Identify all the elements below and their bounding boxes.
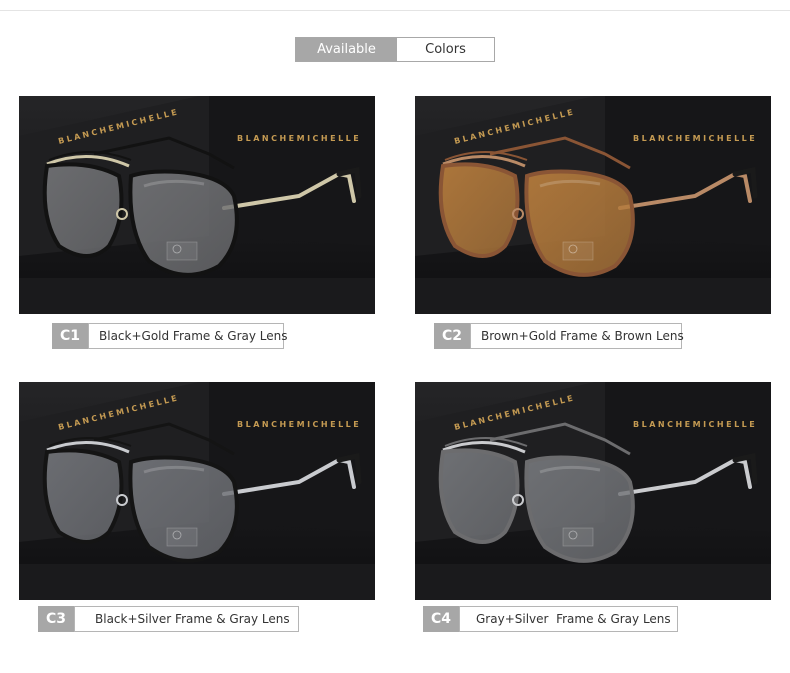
available-tab[interactable]: Available — [296, 38, 397, 61]
left-lens — [438, 448, 520, 544]
lens-logo-mark — [166, 527, 198, 547]
sunglasses-photo: BLANCHEMICHELLE BLANCHEMICHELLE — [415, 382, 771, 600]
product-image-c1[interactable]: BLANCHEMICHELLE BLANCHEMICHELLE — [19, 96, 375, 314]
lens-logo-mark — [562, 241, 594, 261]
colors-tab[interactable]: Colors — [397, 38, 494, 61]
color-description: Black+Silver Frame & Gray Lens — [74, 606, 299, 632]
color-code-badge: C4 — [423, 606, 459, 632]
product-image-c3[interactable]: BLANCHEMICHELLE BLANCHEMICHELLE — [19, 382, 375, 600]
left-lens — [438, 162, 520, 258]
sunglasses-photo: BLANCHEMICHELLE BLANCHEMICHELLE — [19, 382, 375, 600]
table-surface — [415, 564, 771, 600]
product-image-c4[interactable]: BLANCHEMICHELLE BLANCHEMICHELLE — [415, 382, 771, 600]
brand-logo-text: BLANCHEMICHELLE — [237, 420, 361, 429]
table-surface — [19, 278, 375, 314]
color-description: Black+Gold Frame & Gray Lens — [88, 323, 288, 349]
sunglasses-photo: BLANCHEMICHELLE BLANCHEMICHELLE — [19, 96, 375, 314]
color-option-c4[interactable]: C4 Gray+Silver Frame & Gray Lens — [423, 606, 678, 632]
lens-logo-mark — [166, 241, 198, 261]
color-description: Gray+Silver Frame & Gray Lens — [459, 606, 678, 632]
color-description: Brown+Gold Frame & Brown Lens — [470, 323, 684, 349]
color-code-badge: C2 — [434, 323, 470, 349]
color-option-c2[interactable]: C2 Brown+Gold Frame & Brown Lens — [434, 323, 684, 349]
color-option-c1[interactable]: C1 Black+Gold Frame & Gray Lens — [52, 323, 288, 349]
brand-logo-text: BLANCHEMICHELLE — [633, 134, 757, 143]
availability-header: Available Colors — [295, 37, 495, 62]
product-image-c2[interactable]: BLANCHEMICHELLE BLANCHEMICHELLE — [415, 96, 771, 314]
left-lens — [42, 448, 124, 544]
top-divider — [0, 10, 790, 11]
left-lens — [42, 162, 124, 258]
color-code-badge: C1 — [52, 323, 88, 349]
table-surface — [415, 278, 771, 314]
color-code-badge: C3 — [38, 606, 74, 632]
color-option-c3[interactable]: C3 Black+Silver Frame & Gray Lens — [38, 606, 299, 632]
lens-logo-mark — [562, 527, 594, 547]
brand-logo-text: BLANCHEMICHELLE — [237, 134, 361, 143]
table-surface — [19, 564, 375, 600]
brand-logo-text: BLANCHEMICHELLE — [633, 420, 757, 429]
sunglasses-photo: BLANCHEMICHELLE BLANCHEMICHELLE — [415, 96, 771, 314]
